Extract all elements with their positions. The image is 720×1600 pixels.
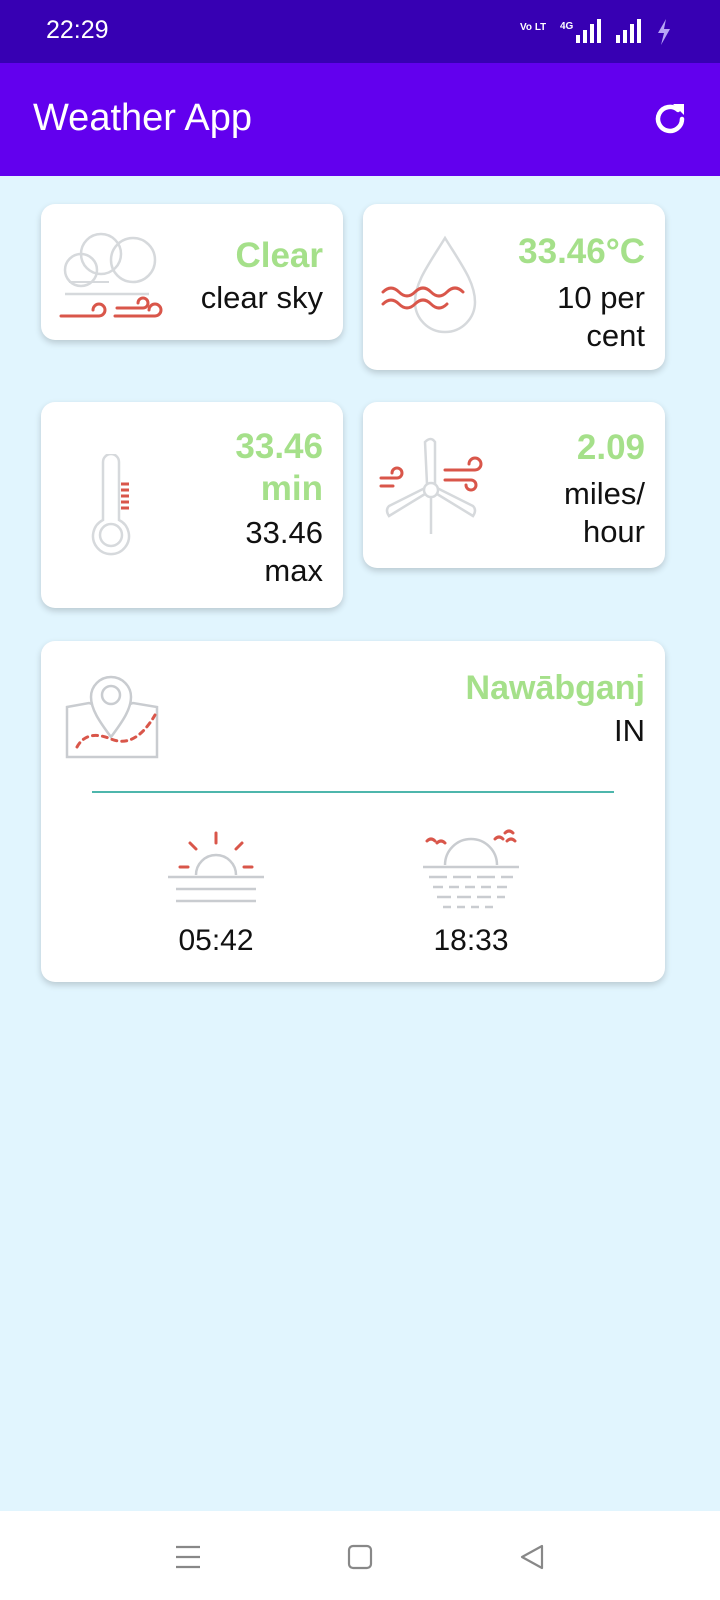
condition-main: Clear — [235, 236, 323, 275]
refresh-icon — [655, 104, 685, 134]
back-button[interactable] — [512, 1537, 552, 1577]
sunset-block: 18:33 — [406, 829, 536, 958]
thermometer-icon — [91, 454, 131, 556]
map-pin-icon — [65, 675, 159, 759]
city-name: Nawābganj — [465, 669, 645, 707]
home-button[interactable] — [340, 1537, 380, 1577]
max-temp: 33.46 max — [245, 515, 323, 588]
system-nav-bar — [0, 1511, 720, 1600]
4g-signal-icon: 4G — [560, 19, 601, 43]
humidity-card: 33.46°C 10 per cent — [363, 204, 665, 370]
sunrise-time: 05:42 — [178, 924, 254, 957]
app-bar: Weather App — [0, 63, 720, 176]
humidity-value: 10 per cent — [557, 280, 645, 353]
menu-icon — [176, 1545, 200, 1569]
wind-speed: 2.09 — [576, 428, 645, 467]
status-time: 22:29 — [46, 16, 109, 44]
sunset-time: 18:33 — [433, 924, 509, 957]
app-title: Weather App — [33, 97, 253, 139]
cloud-wind-icon — [59, 232, 163, 318]
sunset-icon — [423, 829, 519, 909]
sunrise-block: 05:42 — [151, 829, 281, 958]
temperature-value: 33.46°C — [518, 232, 645, 271]
status-icons: Vo LTE 4G — [520, 18, 672, 46]
location-card: Nawābganj IN 05:42 18:33 — [41, 641, 665, 982]
signal-icon — [616, 19, 641, 43]
country-code: IN — [614, 713, 645, 748]
condition-description: clear sky — [200, 280, 323, 315]
recent-apps-button[interactable] — [168, 1537, 208, 1577]
status-bar: 22:29 Vo LTE 4G — [0, 0, 720, 63]
min-max-card: 33.46 min 33.46 max — [41, 402, 343, 608]
volte-icon: Vo LTE — [520, 22, 546, 33]
home-square-icon — [347, 1544, 373, 1570]
wind-unit: miles/ hour — [564, 476, 645, 549]
wind-turbine-icon — [379, 437, 483, 534]
condition-card: Clear clear sky — [41, 204, 343, 340]
wind-card: 2.09 miles/ hour — [363, 402, 665, 568]
svg-text:4G: 4G — [560, 21, 574, 32]
refresh-button[interactable] — [646, 95, 694, 143]
min-temp: 33.46 min — [235, 427, 323, 508]
charging-icon — [658, 19, 670, 45]
svg-text:Vo LTE: Vo LTE — [520, 22, 546, 33]
sunrise-icon — [168, 831, 264, 903]
back-triangle-icon — [520, 1544, 544, 1570]
divider — [92, 791, 614, 793]
